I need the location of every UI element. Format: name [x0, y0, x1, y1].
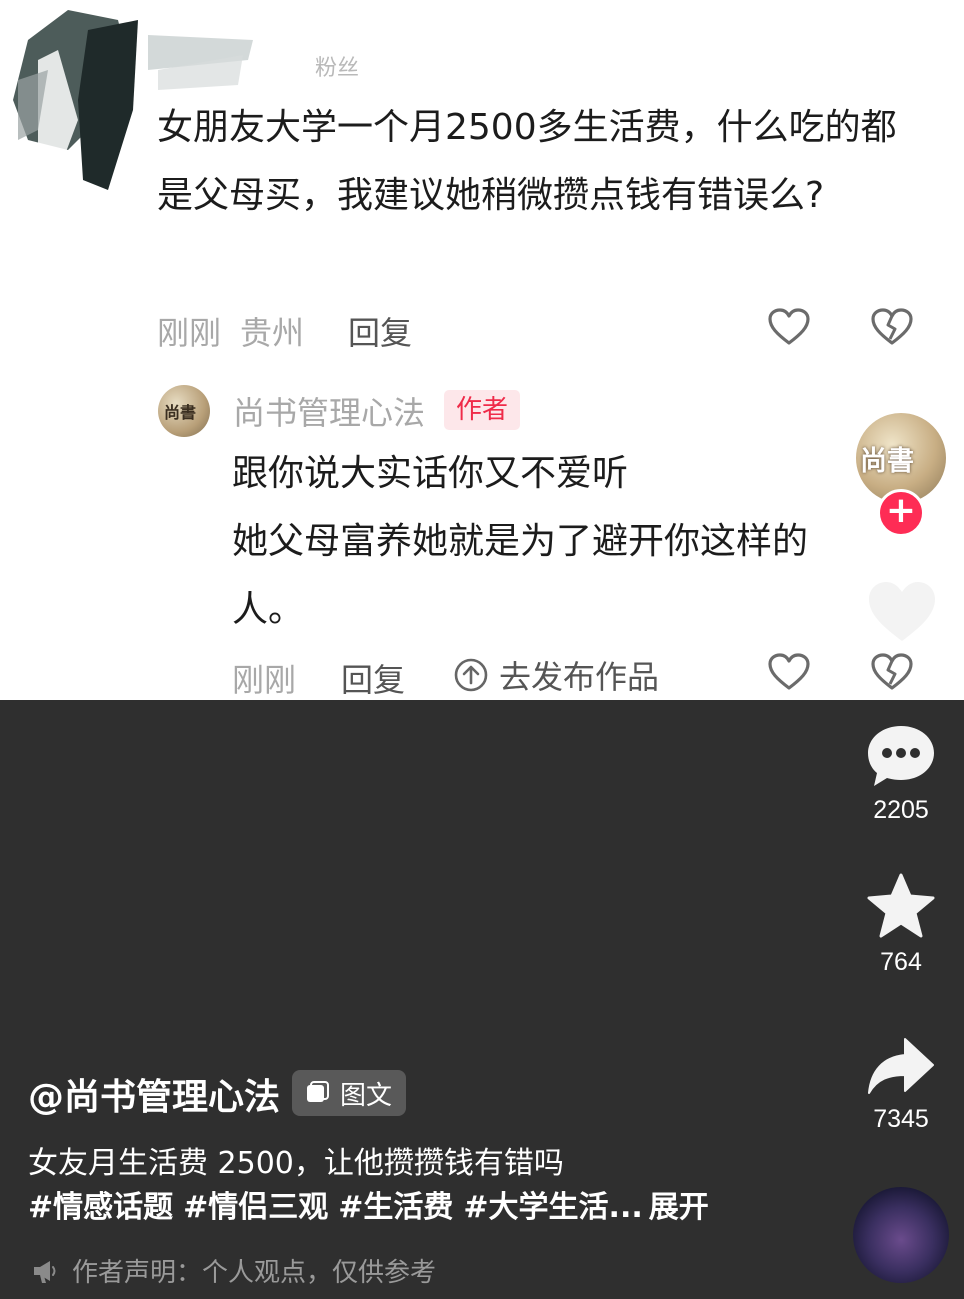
author-reply-line: 跟你说大实话你又不爱听	[232, 453, 629, 494]
image-text-icon	[307, 1081, 329, 1102]
comment-time: 刚刚	[157, 314, 222, 352]
share-arrow-icon	[868, 1038, 934, 1094]
avatar-seal-text: 尚書	[860, 446, 914, 477]
post-type-badge: 图文	[292, 1070, 407, 1116]
heart-outline-icon[interactable]	[767, 307, 811, 347]
expand-link[interactable]: 展开	[649, 1190, 709, 1225]
like-heart-icon[interactable]	[864, 577, 940, 647]
hashtag[interactable]: #生活费	[338, 1190, 453, 1225]
comment-panel: 粉丝 女朋友大学一个月2500多生活费，什么吃的都是父母买，我建议她稍微攒点钱有…	[0, 0, 964, 700]
reply-button[interactable]: 回复	[348, 308, 412, 354]
star-icon	[867, 873, 935, 938]
post-type-label: 图文	[340, 1080, 393, 1111]
megaphone-icon	[34, 1260, 56, 1283]
favorite-button[interactable]: 764	[856, 872, 946, 977]
reply-button[interactable]: 回复	[341, 655, 405, 701]
author-reply-line: 她父母富养她就是为了避开你这样的人。	[232, 521, 809, 630]
author-name[interactable]: 尚书管理心法	[233, 388, 425, 434]
heart-outline-icon[interactable]	[767, 652, 811, 692]
comment-button[interactable]: 2205	[856, 722, 946, 825]
share-count: 7345	[873, 1105, 929, 1133]
comment-text: 女朋友大学一个月2500多生活费，什么吃的都是父母买，我建议她稍微攒点钱有错误么…	[157, 107, 897, 216]
upload-arrow-icon	[454, 658, 488, 692]
author-handle[interactable]: @尚书管理心法	[28, 1068, 280, 1120]
comment-bubble-icon	[868, 726, 934, 786]
publish-work-button[interactable]: 去发布作品	[453, 653, 659, 697]
disclaimer-text: 作者声明：个人观点，仅供参考	[72, 1258, 437, 1288]
hashtag[interactable]: #情侣三观	[183, 1190, 328, 1225]
publish-work-label: 去发布作品	[499, 658, 660, 696]
hashtag[interactable]: #情感话题	[28, 1190, 173, 1225]
favorite-count: 764	[880, 948, 922, 976]
reply-time: 刚刚	[232, 661, 297, 699]
author-avatar[interactable]: 尚書	[158, 385, 210, 437]
avatar-seal-text: 尚書	[164, 403, 197, 422]
comment-count: 2205	[873, 796, 929, 824]
broken-heart-icon[interactable]	[870, 307, 914, 347]
hashtag[interactable]: #大学生活...	[463, 1190, 642, 1225]
follow-button[interactable]: +	[877, 489, 925, 537]
author-disclaimer: 作者声明：个人观点，仅供参考	[30, 1252, 436, 1289]
share-button[interactable]: 7345	[856, 1035, 946, 1134]
fan-tag: 粉丝	[315, 56, 360, 81]
post-caption: 女友月生活费 2500，让他攒攒钱有错吗	[28, 1146, 564, 1181]
hashtag-list: #情感话题 #情侣三观 #生活费 #大学生活... 展开	[28, 1186, 709, 1230]
author-badge: 作者	[444, 390, 521, 430]
comment-location: 贵州	[240, 314, 305, 352]
author-reply-text: 跟你说大实话你又不爱听 她父母富养她就是为了避开你这样的人。	[232, 440, 852, 644]
broken-heart-icon[interactable]	[870, 652, 914, 692]
music-disc[interactable]	[853, 1187, 949, 1283]
